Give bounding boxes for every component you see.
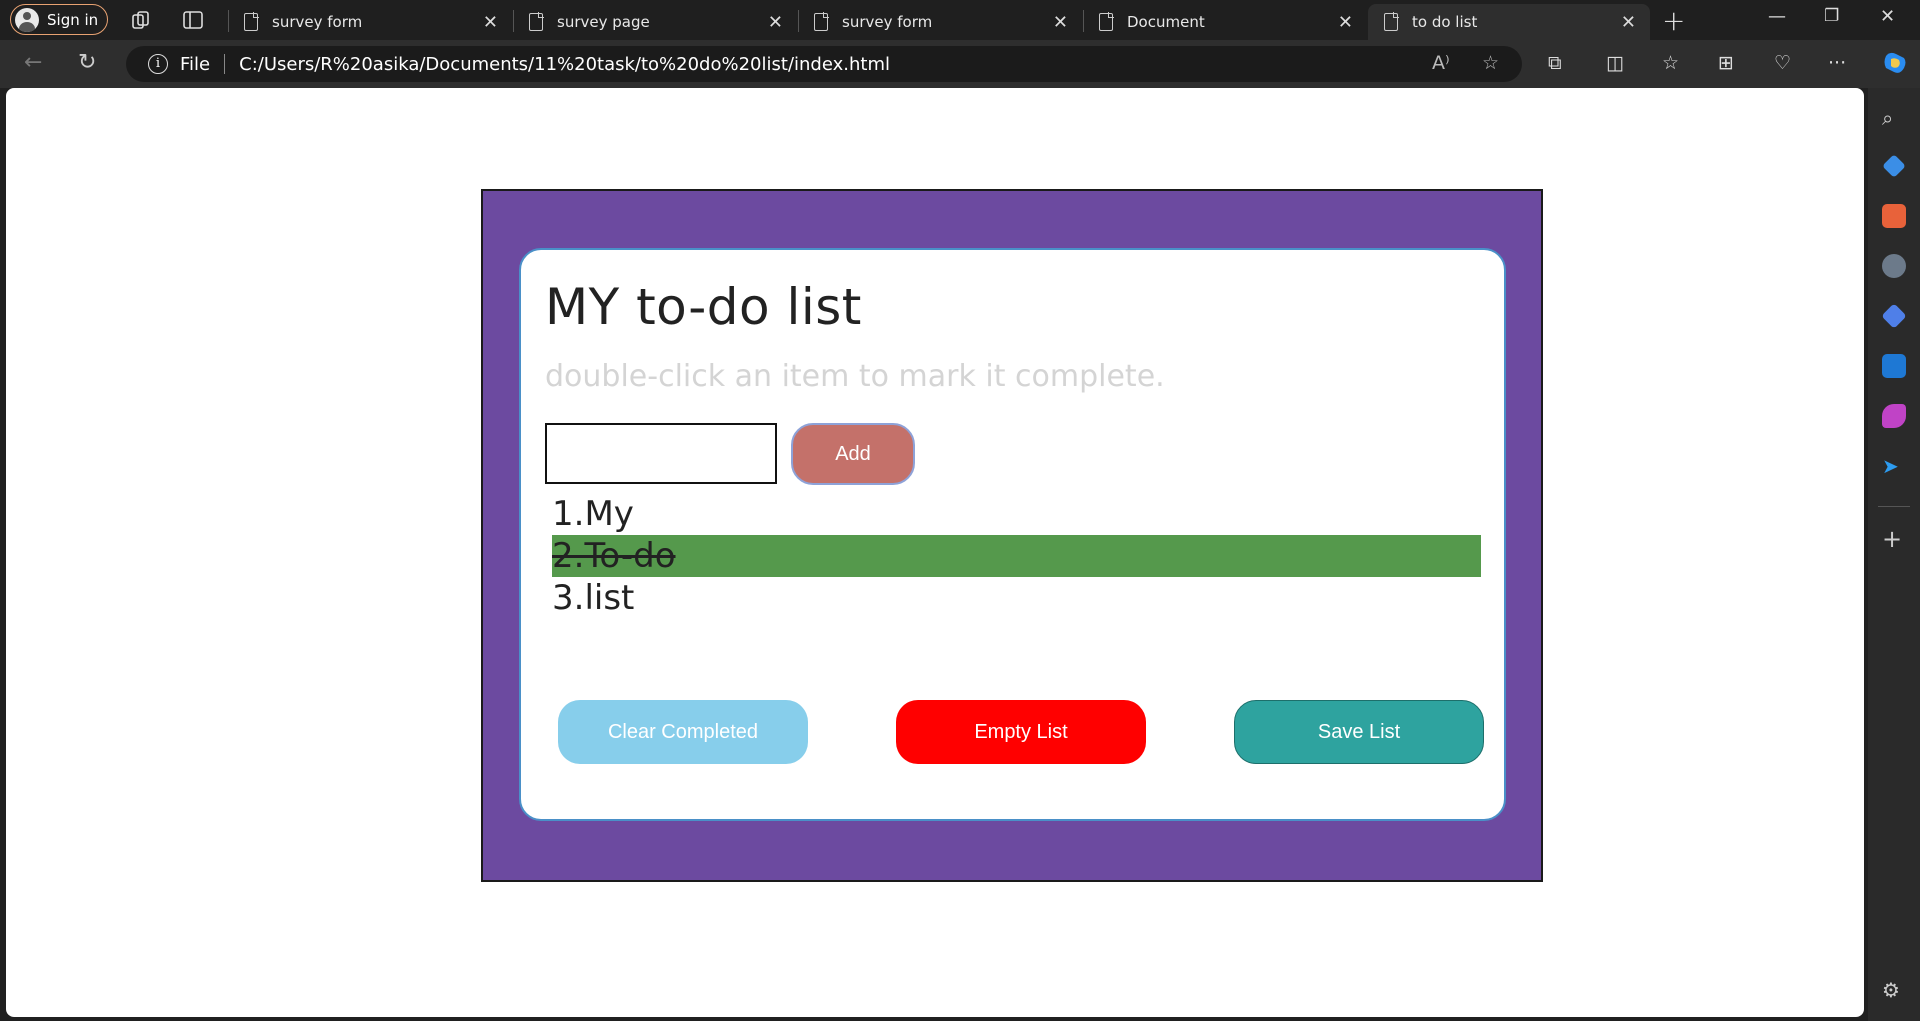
page-icon: [1099, 12, 1114, 31]
outlook-icon[interactable]: [1882, 354, 1906, 378]
settings-gear-icon[interactable]: ⚙: [1882, 978, 1906, 1002]
info-icon[interactable]: i: [148, 54, 168, 74]
tools-icon[interactable]: [1882, 204, 1906, 228]
favorite-star-icon[interactable]: ☆: [1482, 52, 1499, 74]
tab-survey-form-1[interactable]: survey form ✕: [228, 4, 512, 40]
tab-survey-form-2[interactable]: survey form ✕: [798, 4, 1082, 40]
profile-avatar-icon: [15, 7, 39, 32]
page-title: MY to-do list: [545, 278, 862, 336]
restore-icon[interactable]: ❐: [1824, 6, 1839, 26]
microsoft-365-icon[interactable]: [1881, 303, 1907, 329]
tab-document[interactable]: Document ✕: [1083, 4, 1367, 40]
favorites-icon[interactable]: ☆: [1662, 52, 1679, 74]
sign-in-label: Sign in: [47, 10, 99, 29]
more-menu-icon[interactable]: ···: [1828, 52, 1846, 74]
add-sidebar-app-icon[interactable]: +: [1882, 527, 1906, 552]
refresh-icon[interactable]: ↻: [78, 50, 96, 75]
tab-survey-page[interactable]: survey page ✕: [513, 4, 797, 40]
tab-title: Document: [1127, 13, 1205, 31]
close-tab-icon[interactable]: ✕: [1338, 12, 1353, 33]
search-icon[interactable]: ⌕: [1882, 106, 1906, 130]
todo-list: 1.My 2.To-do 3.list: [552, 493, 1481, 619]
extensions-icon[interactable]: ⧉: [1548, 52, 1562, 74]
clear-completed-button[interactable]: Clear Completed: [558, 700, 808, 764]
todo-item[interactable]: 1.My: [552, 493, 1481, 535]
read-aloud-icon[interactable]: A⁾: [1432, 52, 1450, 74]
save-list-button[interactable]: Save List: [1234, 700, 1484, 764]
page-icon: [1384, 12, 1399, 31]
tab-title: to do list: [1412, 13, 1478, 31]
collections-icon[interactable]: ⊞: [1718, 52, 1734, 74]
url-text[interactable]: C:/Users/R%20asika/Documents/11%20task/t…: [239, 54, 890, 75]
minimize-icon[interactable]: —: [1768, 6, 1786, 27]
workspaces-icon[interactable]: [130, 9, 152, 31]
add-button[interactable]: Add: [791, 423, 915, 485]
copilot-icon[interactable]: [1880, 48, 1910, 78]
scheme-label: File: [180, 53, 211, 75]
close-tab-icon[interactable]: ✕: [1621, 12, 1636, 33]
sign-in-button[interactable]: Sign in: [10, 4, 108, 35]
tab-title: survey form: [272, 13, 363, 31]
browser-essentials-icon[interactable]: ♡: [1774, 52, 1791, 74]
send-icon[interactable]: ➤: [1882, 454, 1906, 478]
shopping-tag-icon[interactable]: [1882, 154, 1906, 178]
todo-card: MY to-do list double-click an item to ma…: [519, 248, 1506, 821]
edge-sidebar: ⌕ ➤ + ⚙: [1868, 88, 1920, 1021]
todo-item-completed[interactable]: 2.To-do: [552, 535, 1481, 577]
new-tab-icon[interactable]: +: [1662, 4, 1685, 37]
toolbar: ← ↻ i File C:/Users/R%20asika/Documents/…: [0, 40, 1920, 88]
page-icon: [244, 12, 259, 31]
empty-list-button[interactable]: Empty List: [896, 700, 1146, 764]
tab-strip: Sign in survey form ✕ survey page ✕ surv…: [0, 0, 1920, 40]
address-bar[interactable]: i File C:/Users/R%20asika/Documents/11%2…: [126, 46, 1522, 82]
page-viewport: MY to-do list double-click an item to ma…: [6, 88, 1864, 1017]
close-tab-icon[interactable]: ✕: [1053, 12, 1068, 33]
todo-app-frame: MY to-do list double-click an item to ma…: [481, 189, 1543, 882]
page-icon: [529, 12, 544, 31]
instructions-text: double-click an item to mark it complete…: [545, 359, 1165, 394]
designer-icon[interactable]: [1882, 404, 1906, 428]
split-screen-icon[interactable]: ◫: [1606, 52, 1624, 74]
games-icon[interactable]: [1882, 254, 1906, 278]
close-tab-icon[interactable]: ✕: [483, 12, 498, 33]
tab-title: survey page: [557, 13, 650, 31]
page-icon: [814, 12, 829, 31]
back-arrow-icon[interactable]: ←: [24, 50, 42, 75]
vertical-tabs-icon[interactable]: [182, 9, 204, 31]
todo-item[interactable]: 3.list: [552, 577, 1481, 619]
close-window-icon[interactable]: ✕: [1880, 6, 1895, 27]
close-tab-icon[interactable]: ✕: [768, 12, 783, 33]
new-item-input[interactable]: [545, 423, 777, 484]
tab-to-do-list[interactable]: to do list ✕: [1368, 4, 1650, 40]
tab-title: survey form: [842, 13, 933, 31]
